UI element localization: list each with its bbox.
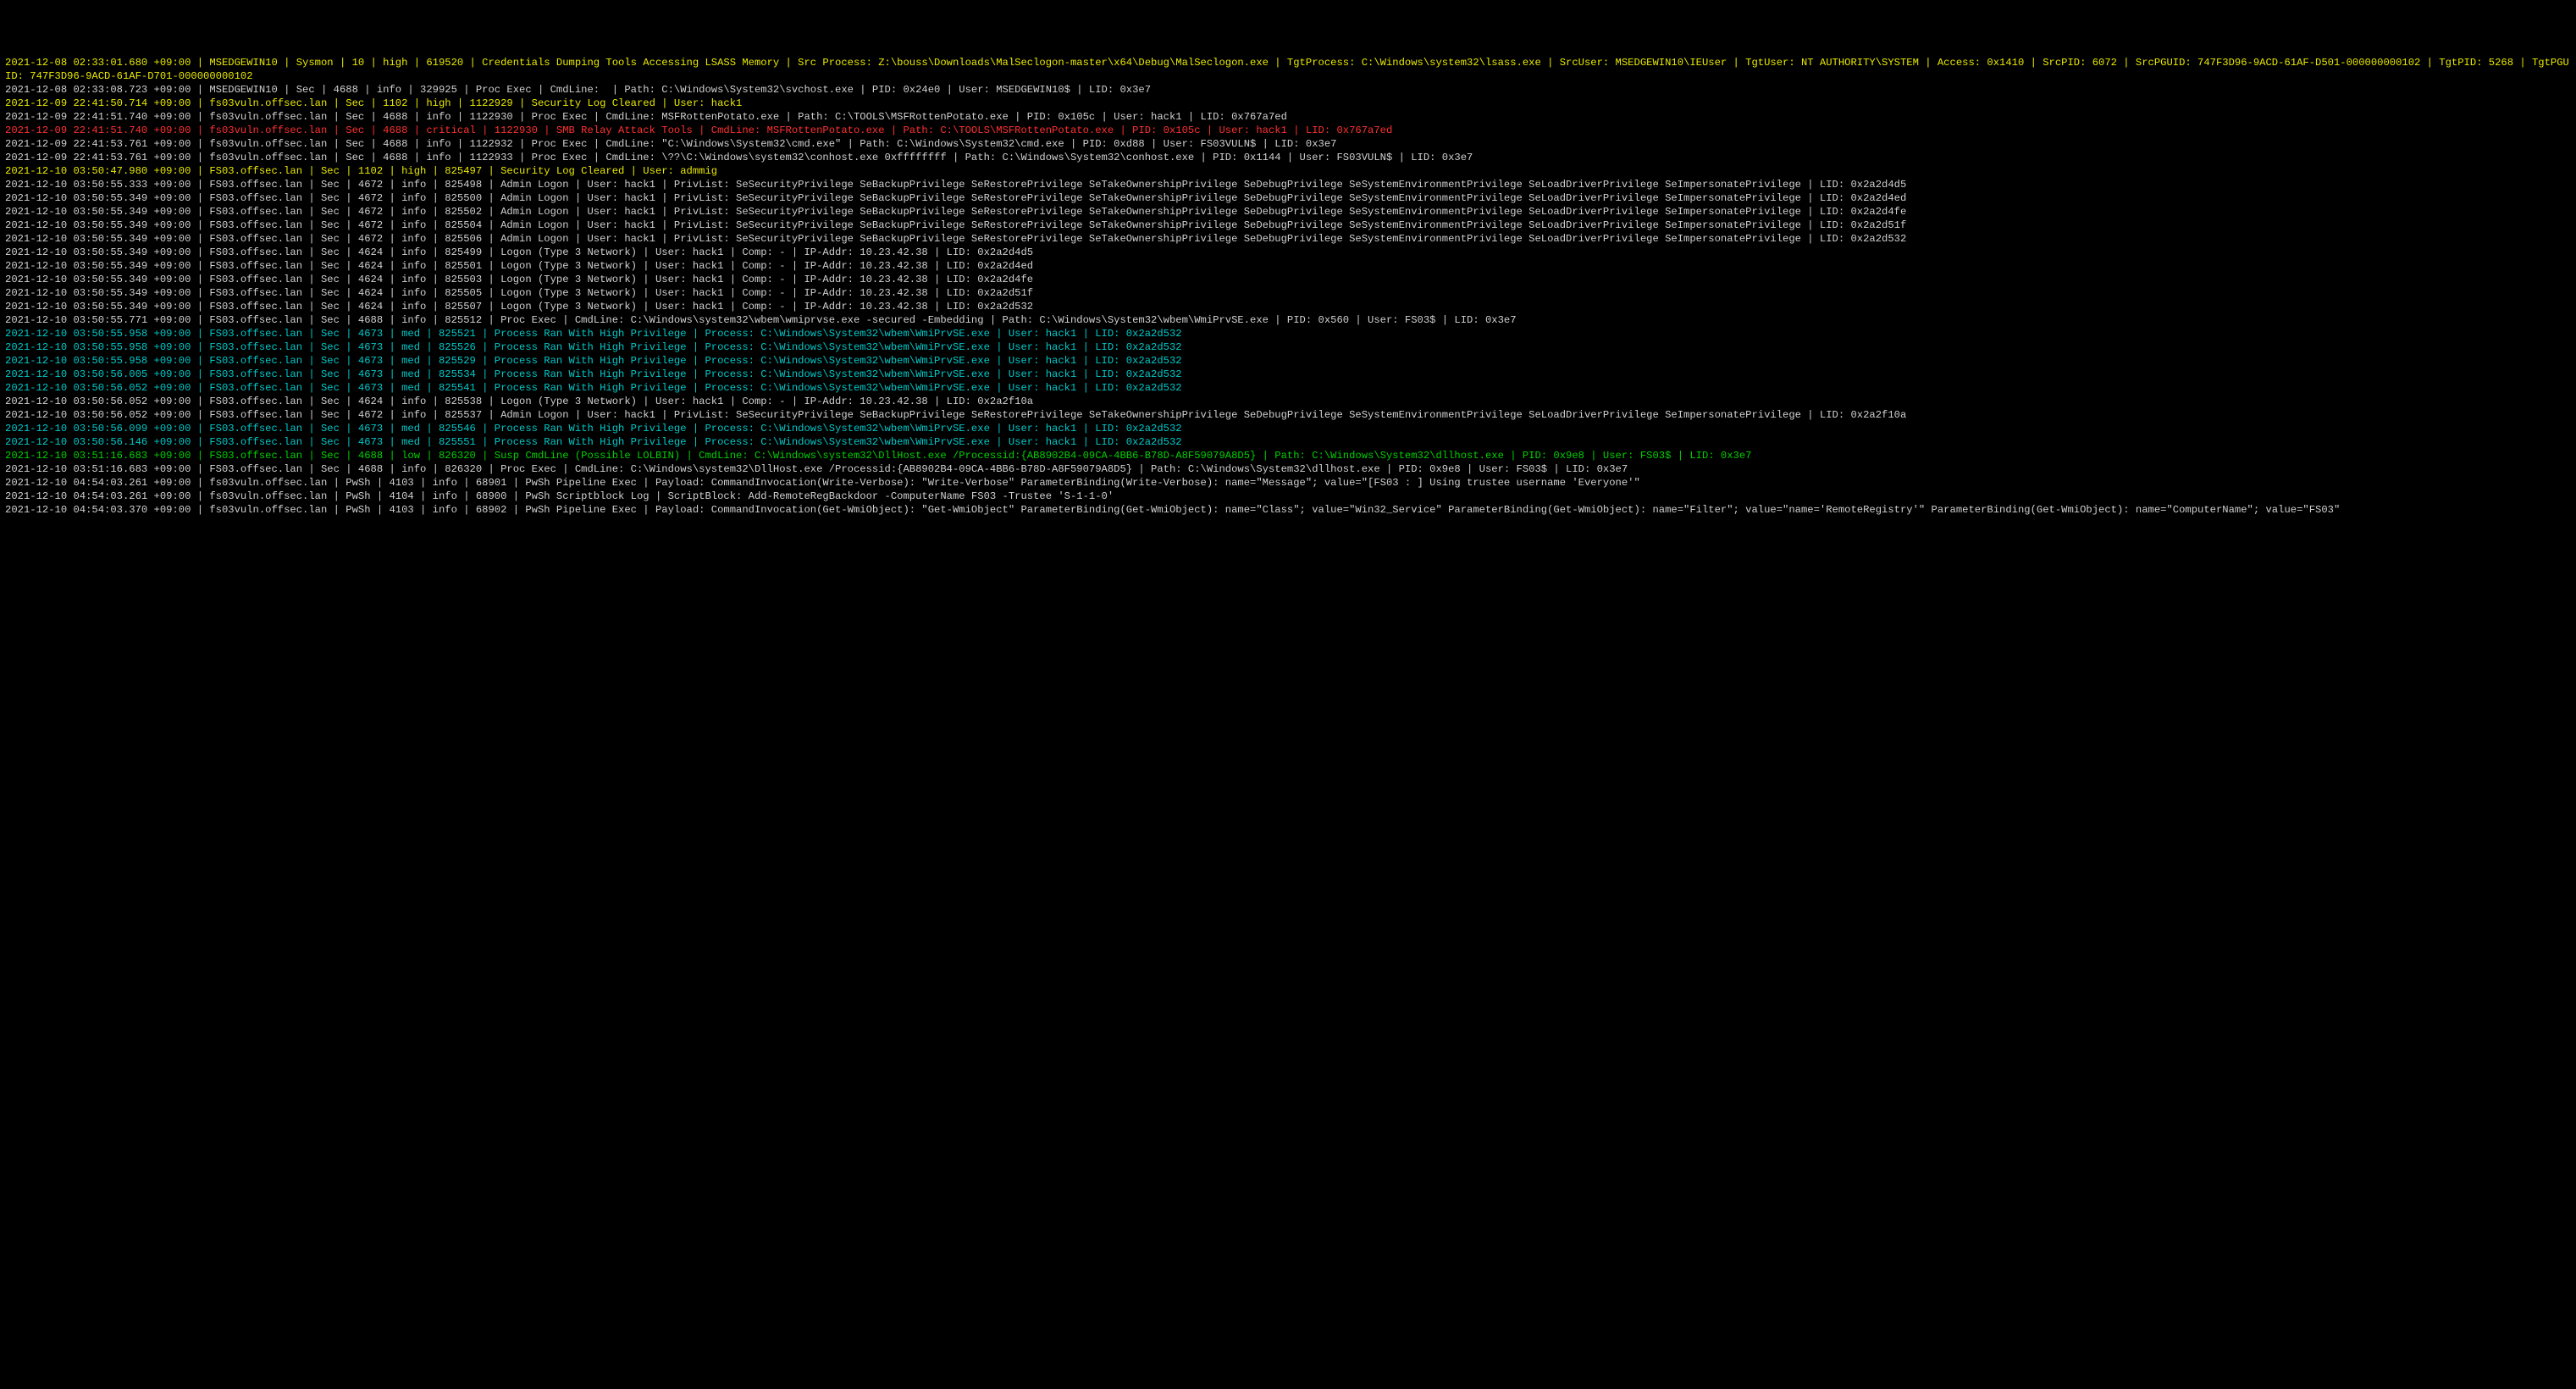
log-line: 2021-12-10 03:50:55.349 +09:00 | FS03.of… xyxy=(5,246,2571,259)
log-line: 2021-12-10 03:51:16.683 +09:00 | FS03.of… xyxy=(5,462,2571,476)
log-line: 2021-12-10 03:50:56.099 +09:00 | FS03.of… xyxy=(5,422,2571,435)
log-line: 2021-12-10 03:50:55.349 +09:00 | FS03.of… xyxy=(5,273,2571,286)
log-line: 2021-12-10 03:50:55.349 +09:00 | FS03.of… xyxy=(5,300,2571,313)
log-line: 2021-12-10 03:50:56.052 +09:00 | FS03.of… xyxy=(5,408,2571,422)
log-line: 2021-12-08 02:33:01.680 +09:00 | MSEDGEW… xyxy=(5,56,2571,83)
log-line: 2021-12-10 03:50:55.349 +09:00 | FS03.of… xyxy=(5,205,2571,219)
log-line: 2021-12-10 04:54:03.261 +09:00 | fs03vul… xyxy=(5,476,2571,490)
log-line: 2021-12-10 03:50:55.333 +09:00 | FS03.of… xyxy=(5,178,2571,191)
log-line: 2021-12-10 03:50:55.958 +09:00 | FS03.of… xyxy=(5,354,2571,368)
log-line: 2021-12-08 02:33:08.723 +09:00 | MSEDGEW… xyxy=(5,83,2571,97)
log-line: 2021-12-10 03:50:56.052 +09:00 | FS03.of… xyxy=(5,381,2571,395)
log-line: 2021-12-09 22:41:53.761 +09:00 | fs03vul… xyxy=(5,151,2571,164)
log-line: 2021-12-10 04:54:03.261 +09:00 | fs03vul… xyxy=(5,490,2571,503)
log-line: 2021-12-10 03:50:47.980 +09:00 | FS03.of… xyxy=(5,164,2571,178)
log-line: 2021-12-10 03:50:55.349 +09:00 | FS03.of… xyxy=(5,191,2571,205)
log-line: 2021-12-10 03:50:55.958 +09:00 | FS03.of… xyxy=(5,340,2571,354)
log-line: 2021-12-09 22:41:53.761 +09:00 | fs03vul… xyxy=(5,137,2571,151)
log-line: 2021-12-10 03:50:56.146 +09:00 | FS03.of… xyxy=(5,435,2571,449)
log-line: 2021-12-10 03:50:55.349 +09:00 | FS03.of… xyxy=(5,259,2571,273)
log-line: 2021-12-10 04:54:03.370 +09:00 | fs03vul… xyxy=(5,503,2571,517)
log-line: 2021-12-09 22:41:50.714 +09:00 | fs03vul… xyxy=(5,97,2571,110)
log-line: 2021-12-10 03:50:55.958 +09:00 | FS03.of… xyxy=(5,327,2571,340)
log-line: 2021-12-09 22:41:51.740 +09:00 | fs03vul… xyxy=(5,124,2571,137)
log-line: 2021-12-10 03:50:55.349 +09:00 | FS03.of… xyxy=(5,286,2571,300)
log-line: 2021-12-10 03:50:55.349 +09:00 | FS03.of… xyxy=(5,219,2571,232)
log-line: 2021-12-09 22:41:51.740 +09:00 | fs03vul… xyxy=(5,110,2571,124)
log-line: 2021-12-10 03:50:55.349 +09:00 | FS03.of… xyxy=(5,232,2571,246)
log-line: 2021-12-10 03:50:56.005 +09:00 | FS03.of… xyxy=(5,368,2571,381)
log-line: 2021-12-10 03:51:16.683 +09:00 | FS03.of… xyxy=(5,449,2571,462)
log-line: 2021-12-10 03:50:55.771 +09:00 | FS03.of… xyxy=(5,313,2571,327)
log-line: 2021-12-10 03:50:56.052 +09:00 | FS03.of… xyxy=(5,395,2571,408)
log-output: 2021-12-08 02:33:01.680 +09:00 | MSEDGEW… xyxy=(5,56,2571,517)
